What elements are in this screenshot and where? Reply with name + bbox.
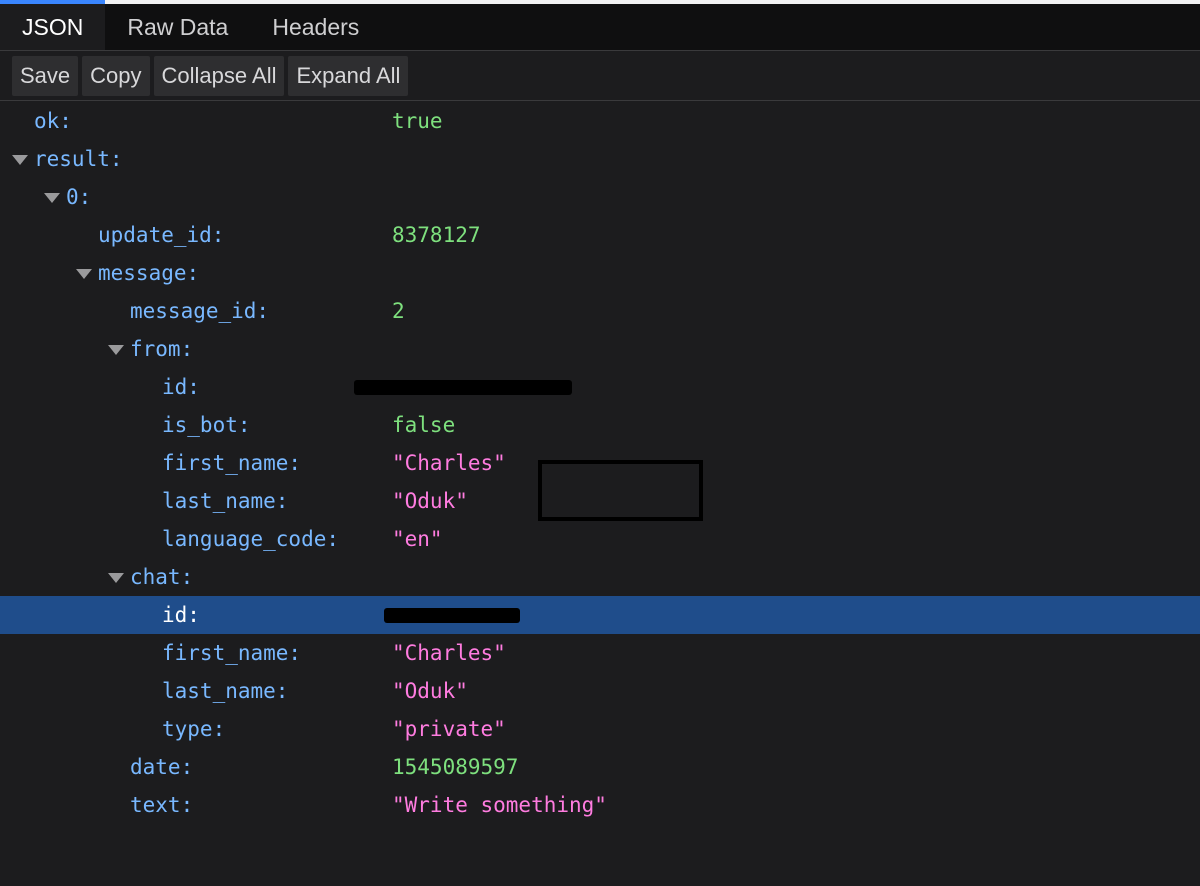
json-row-chat[interactable]: chat: <box>0 558 1200 596</box>
json-row-date[interactable]: date: 1545089597 <box>0 748 1200 786</box>
tab-headers[interactable]: Headers <box>250 4 381 50</box>
json-row-update-id[interactable]: update_id: 8378127 <box>0 216 1200 254</box>
json-row-chat-id[interactable]: id: <box>0 596 1200 634</box>
json-key: last_name: <box>162 679 289 703</box>
tab-json[interactable]: JSON <box>0 0 106 50</box>
json-value: "private" <box>392 717 506 741</box>
redaction-bar <box>354 380 572 395</box>
json-row-result[interactable]: result: <box>0 140 1200 178</box>
json-key: 0: <box>66 185 92 209</box>
json-key: first_name: <box>162 641 302 665</box>
json-row-chat-type[interactable]: type: "private" <box>0 710 1200 748</box>
json-row-language-code[interactable]: language_code: "en" <box>0 520 1200 558</box>
json-row-chat-last-name[interactable]: last_name: "Oduk" <box>0 672 1200 710</box>
json-key: first_name: <box>162 451 302 475</box>
redaction-bar <box>384 608 520 623</box>
json-value: "Oduk" <box>392 679 468 703</box>
triangle-down-icon[interactable] <box>12 155 28 165</box>
json-key: id: <box>162 603 200 627</box>
triangle-down-icon[interactable] <box>108 573 124 583</box>
json-viewer: ok: true result: 0: update_id: 8378127 m… <box>0 102 1200 886</box>
json-value: true <box>392 109 443 133</box>
save-button[interactable]: Save <box>12 55 79 96</box>
json-value: false <box>392 413 456 437</box>
json-key: update_id: <box>98 223 225 247</box>
json-value: "Write something" <box>392 793 607 817</box>
tab-raw-data[interactable]: Raw Data <box>105 4 250 50</box>
json-value: "Charles" <box>392 451 506 475</box>
json-row-message-id[interactable]: message_id: 2 <box>0 292 1200 330</box>
json-key: is_bot: <box>162 413 251 437</box>
json-value: 1545089597 <box>392 755 519 779</box>
triangle-down-icon[interactable] <box>44 193 60 203</box>
json-value: "Oduk" <box>392 489 468 513</box>
json-key: text: <box>130 793 194 817</box>
toolbar: Save Copy Collapse All Expand All <box>0 51 1200 101</box>
json-row-0[interactable]: 0: <box>0 178 1200 216</box>
json-value: 8378127 <box>392 223 481 247</box>
triangle-down-icon[interactable] <box>108 345 124 355</box>
tab-bar: JSON Raw Data Headers <box>0 0 1200 51</box>
json-value: 2 <box>392 299 405 323</box>
json-key: message: <box>98 261 200 285</box>
redaction-box <box>538 460 703 521</box>
json-key: type: <box>162 717 226 741</box>
json-key: from: <box>130 337 194 361</box>
json-row-is-bot[interactable]: is_bot: false <box>0 406 1200 444</box>
json-key: last_name: <box>162 489 289 513</box>
json-key: message_id: <box>130 299 270 323</box>
json-value: "Charles" <box>392 641 506 665</box>
json-value: "en" <box>392 527 443 551</box>
json-key: ok: <box>34 109 72 133</box>
triangle-down-icon[interactable] <box>76 269 92 279</box>
json-key: chat: <box>130 565 194 589</box>
copy-button[interactable]: Copy <box>82 55 150 96</box>
json-row-ok[interactable]: ok: true <box>0 102 1200 140</box>
json-key: id: <box>162 375 200 399</box>
collapse-all-button[interactable]: Collapse All <box>153 55 285 96</box>
json-row-text[interactable]: text: "Write something" <box>0 786 1200 824</box>
json-key: language_code: <box>162 527 340 551</box>
json-row-message[interactable]: message: <box>0 254 1200 292</box>
json-key: date: <box>130 755 194 779</box>
json-row-from-id[interactable]: id: <box>0 368 1200 406</box>
json-key: result: <box>34 147 123 171</box>
expand-all-button[interactable]: Expand All <box>288 55 409 96</box>
json-row-from[interactable]: from: <box>0 330 1200 368</box>
json-row-chat-first-name[interactable]: first_name: "Charles" <box>0 634 1200 672</box>
